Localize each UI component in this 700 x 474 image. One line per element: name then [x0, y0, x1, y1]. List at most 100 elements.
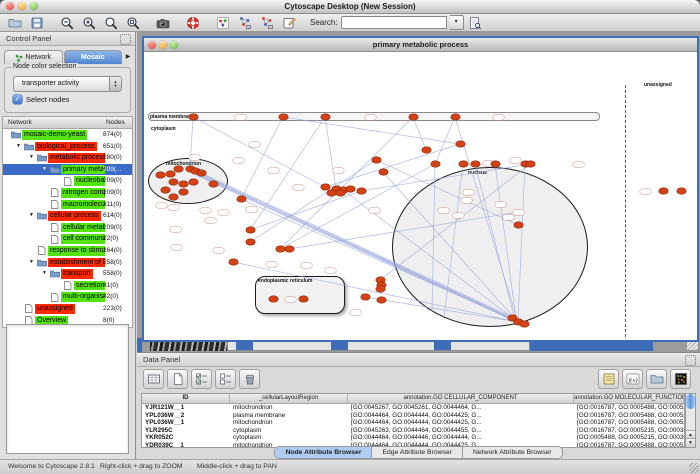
save-icon[interactable]: [28, 15, 45, 30]
tree-row[interactable]: ▼metabolic process280(0): [3, 152, 132, 164]
minimize-button[interactable]: [159, 41, 167, 49]
tree-row[interactable]: ▼establishment of lo558(0): [3, 257, 132, 269]
graph-node[interactable]: [456, 141, 465, 147]
graph-node[interactable]: [169, 194, 178, 200]
zoom-fit-icon[interactable]: [102, 15, 119, 30]
expand-arrow-icon[interactable]: ▼: [16, 141, 21, 153]
help-icon[interactable]: [184, 15, 201, 30]
app-resize-grip[interactable]: [689, 463, 699, 473]
graph-node[interactable]: [166, 171, 175, 177]
search-go-button[interactable]: [467, 15, 484, 30]
tree-row[interactable]: nitrogen compo209(0): [3, 187, 132, 199]
graph-node[interactable]: [179, 189, 188, 195]
scrollbar-thumb[interactable]: [686, 394, 695, 409]
close-button[interactable]: [148, 41, 156, 49]
graph-node[interactable]: [246, 239, 255, 245]
tree-row[interactable]: ▼cellular process614(0): [3, 210, 132, 222]
graph-node[interactable]: [189, 114, 198, 120]
network-canvas[interactable]: plasma membranecytoplasmmitochondrionnuc…: [144, 52, 693, 337]
more-tabs-arrow-icon[interactable]: ▶: [123, 51, 133, 64]
table-row[interactable]: YKR052Ccytoplasm[GO:0044464, GO:0044446,…: [142, 434, 684, 442]
function-icon[interactable]: f(x): [622, 369, 643, 389]
graph-node[interactable]: [379, 169, 388, 175]
attribute-table[interactable]: ID_cellularLayoutRegionannotation.GO CEL…: [141, 393, 685, 448]
graph-node[interactable]: [174, 166, 183, 172]
expand-arrow-icon[interactable]: ▼: [29, 257, 34, 269]
select-nodes-checkbox[interactable]: ✓: [13, 95, 22, 104]
graph-node[interactable]: [321, 184, 330, 190]
open-attr-icon[interactable]: [646, 369, 667, 389]
tree-row[interactable]: multi-organism pro42(0): [3, 291, 132, 303]
notes-icon[interactable]: [598, 369, 619, 389]
graph-node[interactable]: [285, 246, 294, 252]
tab-network[interactable]: Network: [4, 50, 63, 64]
table-row[interactable]: YPL036W__2plasma membrane[GO:0044464, GO…: [142, 412, 684, 420]
graph-node[interactable]: [279, 114, 288, 120]
graph-node[interactable]: [161, 187, 170, 193]
graph-node[interactable]: [514, 222, 523, 228]
tree-row[interactable]: ▼transport558(0): [3, 268, 132, 280]
tree-row[interactable]: cell communicat22(0): [3, 233, 132, 245]
zoom-out-icon[interactable]: [58, 15, 75, 30]
graph-node[interactable]: [237, 196, 246, 202]
graph-node[interactable]: [361, 294, 370, 300]
attr-table-icon[interactable]: [143, 369, 164, 389]
table-row[interactable]: YPL036W__1mitochondrion[GO:0044464, GO:0…: [142, 419, 684, 427]
graph-node[interactable]: [677, 188, 686, 194]
graph-node[interactable]: [346, 186, 355, 192]
new-document-icon[interactable]: [167, 369, 188, 389]
graph-node[interactable]: [197, 170, 206, 176]
graph-node[interactable]: [229, 259, 238, 265]
graph-node[interactable]: [520, 321, 529, 327]
tree-row[interactable]: response to stimulu264(0): [3, 245, 132, 257]
delete-attr-icon[interactable]: [239, 369, 260, 389]
graph-node[interactable]: [189, 179, 198, 185]
birds-eye-view[interactable]: [6, 324, 129, 454]
column-header[interactable]: annotation.GO MOLECULAR_FUNCTION: [574, 394, 684, 403]
graph-node[interactable]: [357, 188, 366, 194]
snapshot-icon[interactable]: [154, 15, 171, 30]
close-button[interactable]: [6, 2, 14, 10]
tree-row[interactable]: nucleobase-209(0): [3, 175, 132, 187]
float-panel-icon[interactable]: [685, 355, 696, 366]
network-window-titlebar[interactable]: primary metabolic process: [144, 38, 697, 52]
open-file-icon[interactable]: [6, 15, 23, 30]
tree-row[interactable]: macromolecule311(0): [3, 199, 132, 211]
table-scrollbar[interactable]: ▲ ▼: [685, 393, 696, 448]
graph-node[interactable]: [422, 147, 431, 153]
graph-node[interactable]: [179, 181, 188, 187]
import-network-icon[interactable]: [236, 15, 253, 30]
tree-row[interactable]: ▼biological_process651(0): [3, 141, 132, 153]
tab-edge-attribute-browser[interactable]: Edge Attribute Browser: [372, 447, 463, 458]
vizmapper-icon[interactable]: [214, 15, 231, 30]
column-header[interactable]: ID: [142, 394, 230, 403]
zoom-in-icon[interactable]: [80, 15, 97, 30]
zoom-button[interactable]: [170, 41, 178, 49]
tree-row[interactable]: mosaic-demo-yeast874(0): [3, 129, 132, 141]
expand-arrow-icon[interactable]: ▼: [42, 268, 47, 280]
graph-node[interactable]: [471, 161, 480, 167]
edit-network-icon[interactable]: [258, 15, 275, 30]
graph-node[interactable]: [376, 286, 385, 292]
tree-row[interactable]: secretion41(0): [3, 280, 132, 292]
graph-node[interactable]: [336, 190, 345, 196]
network-tree[interactable]: mosaic-demo-yeast874(0)▼biological_proce…: [2, 129, 133, 328]
graph-node[interactable]: [327, 190, 336, 196]
expand-arrow-icon[interactable]: ▼: [42, 164, 47, 176]
tab-mosaic[interactable]: Mosaic: [64, 50, 123, 64]
column-header[interactable]: _cellularLayoutRegion: [230, 394, 348, 403]
deselect-all-icon[interactable]: [215, 369, 236, 389]
graph-node[interactable]: [409, 114, 418, 120]
graph-node[interactable]: [209, 181, 218, 187]
search-input[interactable]: [341, 16, 447, 29]
annotation-icon[interactable]: [280, 15, 297, 30]
select-all-icon[interactable]: [191, 369, 212, 389]
search-dropdown-icon[interactable]: ▾: [450, 15, 464, 30]
expand-arrow-icon[interactable]: ▼: [29, 152, 34, 164]
graph-node[interactable]: [276, 246, 285, 252]
graph-node[interactable]: [156, 172, 165, 178]
zoom-selected-icon[interactable]: [124, 15, 141, 30]
graph-node[interactable]: [246, 227, 255, 233]
graph-node[interactable]: [431, 161, 440, 167]
graph-node[interactable]: [491, 161, 500, 167]
